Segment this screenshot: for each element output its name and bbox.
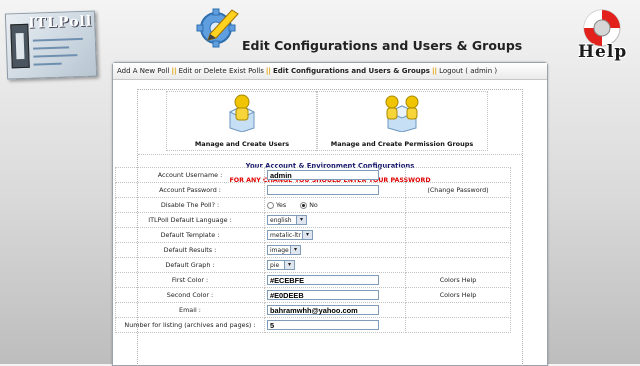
form-row: Default Results : image ▾: [115, 242, 511, 258]
language-select[interactable]: english ▾: [267, 215, 307, 225]
group-icon: [385, 95, 419, 132]
form-row: Disable The Poll? : Yes No: [115, 197, 511, 213]
email-label: Email :: [115, 302, 265, 318]
second-color-input[interactable]: #E0DEEB: [267, 290, 379, 300]
template-select[interactable]: metalic-ltr ▾: [267, 230, 313, 240]
form-row: First Color : #ECEBFE Colors Help: [115, 272, 511, 288]
chevron-down-icon: ▾: [290, 246, 300, 254]
nav-edit-polls[interactable]: Edit or Delete Exist Polls: [179, 67, 264, 75]
results-select[interactable]: image ▾: [267, 245, 301, 255]
chevron-down-icon: ▾: [284, 261, 294, 269]
chevron-down-icon: ▾: [302, 231, 312, 239]
manage-users-label: Manage and Create Users: [194, 140, 290, 148]
management-tiles: Manage and Create Users Manage and Creat…: [166, 91, 488, 151]
gear-pencil-icon: [196, 8, 239, 48]
listing-label: Number for listing (archives and pages) …: [115, 317, 265, 333]
config-form: Account Username : admin Account Passwor…: [115, 167, 511, 333]
graph-label: Default Graph :: [115, 257, 265, 273]
change-password-link[interactable]: (Change Password): [427, 186, 488, 194]
colors-help-link[interactable]: Colors Help: [440, 291, 477, 299]
second-color-label: Second Color :: [115, 287, 265, 303]
nav-edit-config[interactable]: Edit Configurations and Users & Groups: [273, 67, 430, 75]
graph-select[interactable]: pie ▾: [267, 260, 295, 270]
password-input[interactable]: [267, 185, 379, 195]
nav-separator: ||: [171, 67, 177, 75]
results-value: image: [270, 247, 289, 254]
template-value: metalic-ltr: [270, 232, 301, 239]
poll-bars-icon: [32, 36, 90, 68]
main-panel: Add A New Poll || Edit or Delete Exist Pol…: [112, 62, 548, 366]
language-value: english: [270, 217, 292, 224]
disable-yes-label: Yes: [276, 201, 287, 209]
form-row: Second Color : #E0DEEB Colors Help: [115, 287, 511, 303]
results-label: Default Results :: [115, 242, 265, 258]
disable-yes-radio[interactable]: [267, 201, 274, 209]
logo-text: ITLPoll: [27, 13, 93, 32]
form-row: Email : bahramwhh@yahoo.com: [115, 302, 511, 318]
poll-badge-icon: [10, 23, 30, 69]
disable-no-radio[interactable]: [300, 201, 308, 209]
page-title: Edit Configurations and Users & Groups: [242, 38, 523, 53]
username-input[interactable]: admin: [267, 170, 379, 180]
nav-separator: ||: [431, 67, 438, 75]
user-icon: [228, 94, 256, 132]
language-label: ITLPoll Default Language :: [115, 212, 265, 228]
colors-help-link[interactable]: Colors Help: [440, 276, 477, 284]
manage-users-tile[interactable]: Manage and Create Users: [166, 91, 318, 151]
first-color-label: First Color :: [115, 272, 265, 288]
nav-logout[interactable]: Logout ( admin ): [439, 67, 497, 75]
form-row: Account Username : admin: [115, 167, 511, 183]
email-input[interactable]: bahramwhh@yahoo.com: [267, 305, 379, 315]
chevron-down-icon: ▾: [296, 216, 306, 224]
first-color-input[interactable]: #ECEBFE: [267, 275, 379, 285]
manage-groups-tile[interactable]: Manage and Create Permission Groups: [316, 91, 488, 151]
form-row: ITLPoll Default Language : english ▾: [115, 212, 511, 228]
disable-no-label: No: [309, 201, 318, 209]
help-label: Help: [578, 42, 628, 62]
form-row: Default Graph : pie ▾: [115, 257, 511, 273]
template-label: Default Template :: [115, 227, 265, 243]
help-button[interactable]: Help: [574, 6, 630, 64]
listing-input[interactable]: 5: [267, 320, 379, 330]
nav-separator: ||: [265, 67, 271, 75]
password-label: Account Password :: [115, 182, 265, 198]
disable-label: Disable The Poll? :: [115, 197, 265, 213]
form-row: Number for listing (archives and pages) …: [115, 317, 511, 333]
form-row: Default Template : metalic-ltr ▾: [115, 227, 511, 243]
app-logo: ITLPoll: [4, 10, 98, 80]
nav-add-poll[interactable]: Add A New Poll: [117, 67, 169, 75]
username-label: Account Username :: [115, 167, 265, 183]
manage-groups-label: Manage and Create Permission Groups: [330, 140, 474, 148]
top-nav: Add A New Poll || Edit or Delete Exist Pol…: [113, 63, 547, 80]
graph-value: pie: [270, 262, 280, 269]
form-row: Account Password : (Change Password): [115, 182, 511, 198]
